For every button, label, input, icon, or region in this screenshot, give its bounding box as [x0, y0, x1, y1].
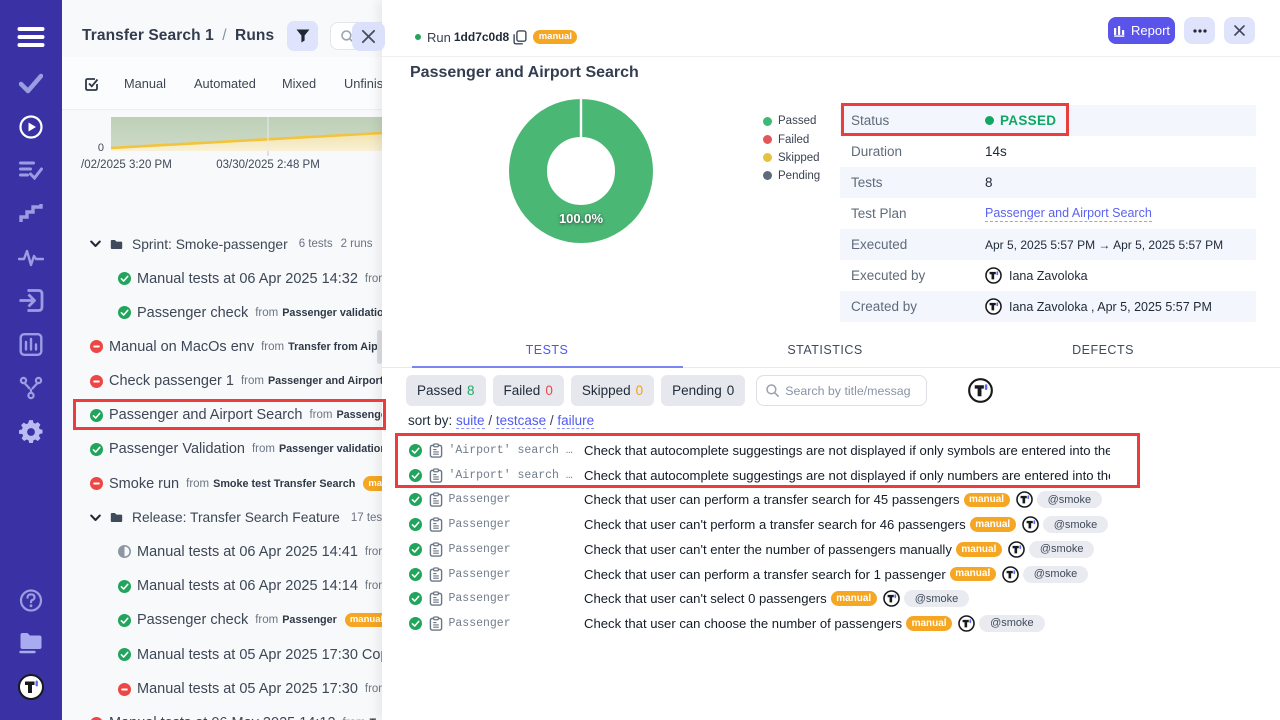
- svg-text:03/30/2025 2:48 PM: 03/30/2025 2:48 PM: [216, 159, 320, 171]
- svg-text:100.0%: 100.0%: [559, 211, 604, 226]
- svg-text:/02/2025 3:20 PM: /02/2025 3:20 PM: [81, 159, 172, 171]
- svg-text:0: 0: [98, 142, 104, 154]
